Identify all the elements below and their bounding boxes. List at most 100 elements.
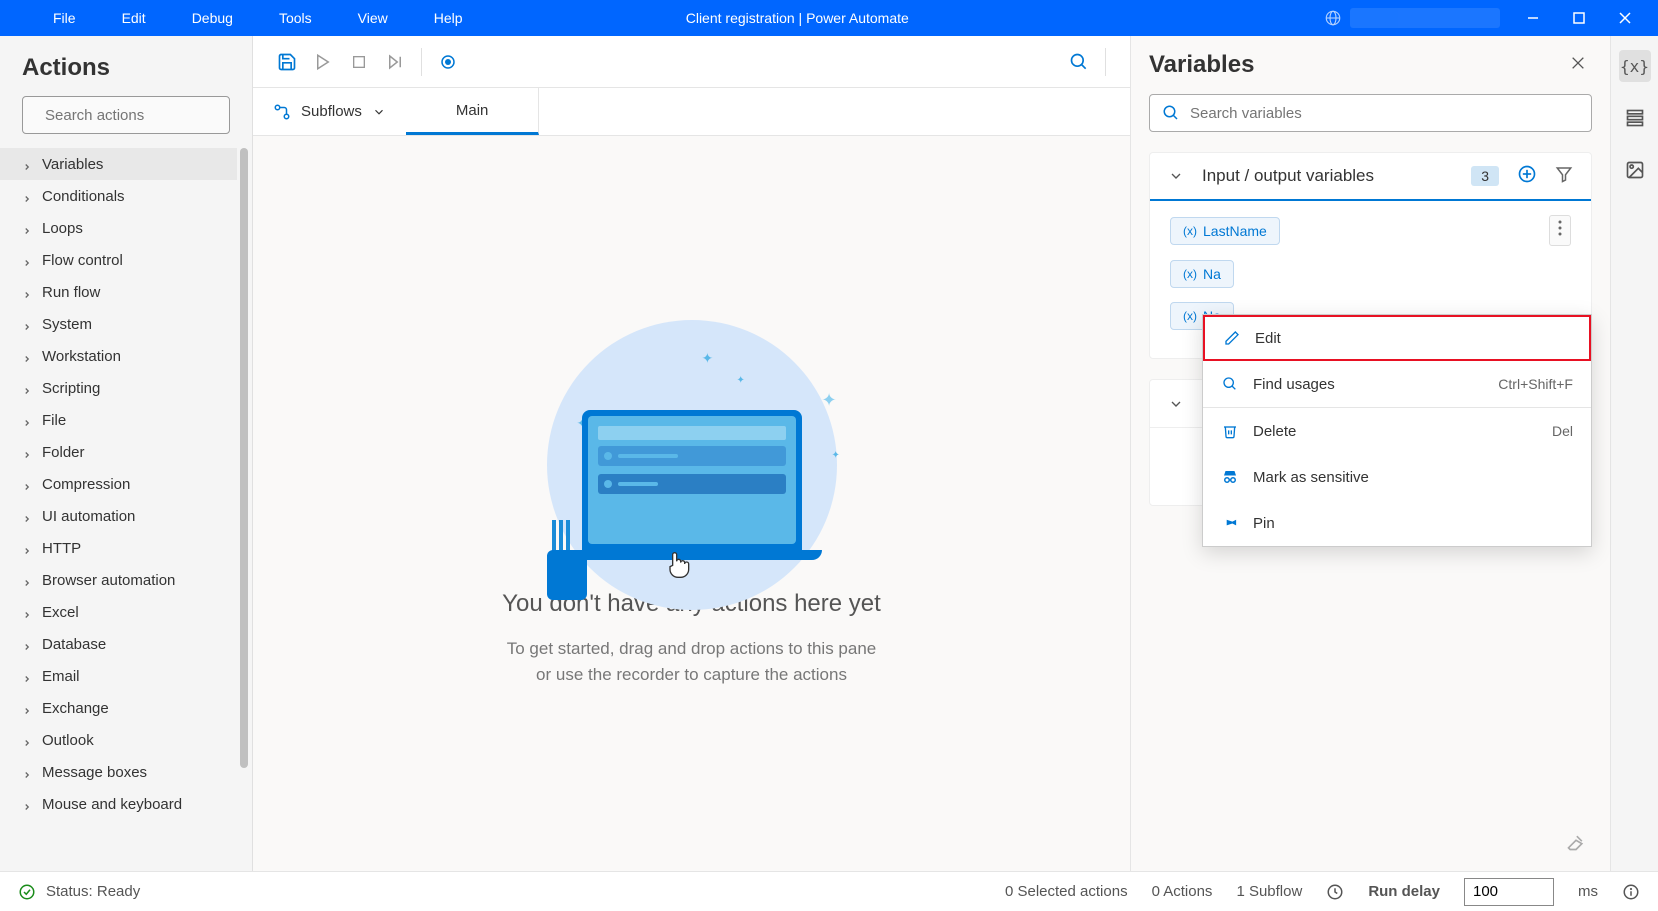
save-button[interactable] bbox=[269, 44, 305, 80]
search-icon bbox=[1221, 376, 1239, 392]
action-category-excel[interactable]: Excel bbox=[0, 596, 237, 628]
action-category-exchange[interactable]: Exchange bbox=[0, 692, 237, 724]
step-button[interactable] bbox=[377, 44, 413, 80]
chevron-right-icon bbox=[22, 703, 32, 713]
close-variables-button[interactable] bbox=[1564, 49, 1592, 82]
variable-chip[interactable]: (x)Na bbox=[1170, 260, 1234, 288]
action-category-run-flow[interactable]: Run flow bbox=[0, 276, 237, 308]
menu-file[interactable]: File bbox=[45, 6, 84, 30]
minimize-button[interactable] bbox=[1510, 0, 1556, 36]
action-category-folder[interactable]: Folder bbox=[0, 436, 237, 468]
subflow-icon bbox=[273, 103, 291, 121]
ctx-pin[interactable]: Pin bbox=[1203, 500, 1591, 546]
action-category-browser-automation[interactable]: Browser automation bbox=[0, 564, 237, 596]
trash-icon bbox=[1221, 423, 1239, 439]
actions-search-input[interactable] bbox=[45, 107, 244, 124]
clear-button[interactable] bbox=[1566, 832, 1586, 857]
variable-chip[interactable]: (x)LastName bbox=[1170, 217, 1280, 245]
subflow-bar: Subflows Main bbox=[253, 88, 1130, 136]
variable-more-button[interactable] bbox=[1549, 215, 1571, 246]
search-canvas-button[interactable] bbox=[1061, 44, 1097, 80]
menu-debug[interactable]: Debug bbox=[184, 6, 241, 30]
action-category-outlook[interactable]: Outlook bbox=[0, 724, 237, 756]
action-category-system[interactable]: System bbox=[0, 308, 237, 340]
action-category-compression[interactable]: Compression bbox=[0, 468, 237, 500]
info-icon[interactable] bbox=[1622, 883, 1640, 901]
variable-row: (x)LastName bbox=[1170, 215, 1571, 246]
variable-row: (x)Na bbox=[1170, 260, 1571, 288]
menu-tools[interactable]: Tools bbox=[271, 6, 320, 30]
ctx-delete[interactable]: Delete Del bbox=[1203, 408, 1591, 454]
chevron-right-icon bbox=[22, 415, 32, 425]
menu-bar: File Edit Debug Tools View Help bbox=[0, 6, 471, 30]
variables-pane-icon[interactable]: {x} bbox=[1619, 50, 1651, 82]
run-delay-label: Run delay bbox=[1368, 883, 1440, 900]
cursor-hand-icon bbox=[662, 548, 694, 580]
actions-scrollbar[interactable] bbox=[237, 148, 252, 871]
search-icon bbox=[1162, 104, 1180, 122]
run-button[interactable] bbox=[305, 44, 341, 80]
variables-search-input[interactable] bbox=[1190, 105, 1579, 122]
chevron-right-icon bbox=[22, 575, 32, 585]
subflows-dropdown[interactable]: Subflows bbox=[253, 88, 406, 135]
subflow-count: 1 Subflow bbox=[1236, 883, 1302, 900]
menu-view[interactable]: View bbox=[350, 6, 396, 30]
images-pane-icon[interactable] bbox=[1619, 154, 1651, 186]
close-button[interactable] bbox=[1602, 0, 1648, 36]
record-button[interactable] bbox=[430, 44, 466, 80]
chevron-right-icon bbox=[22, 607, 32, 617]
environment-indicator[interactable] bbox=[1324, 8, 1500, 28]
variables-panel: Variables Input / output variables 3 (x)… bbox=[1130, 36, 1610, 871]
chevron-right-icon bbox=[22, 319, 32, 329]
variable-icon: (x) bbox=[1183, 309, 1197, 323]
variables-search[interactable] bbox=[1149, 94, 1592, 132]
action-category-ui-automation[interactable]: UI automation bbox=[0, 500, 237, 532]
environment-name-blurred bbox=[1350, 8, 1500, 28]
designer-canvas[interactable]: ✦ ✦ ✦ ✦ ✦ bbox=[253, 136, 1130, 871]
ctx-edit[interactable]: Edit bbox=[1203, 315, 1591, 361]
ctx-find-usages[interactable]: Find usages Ctrl+Shift+F bbox=[1203, 361, 1591, 407]
ui-elements-pane-icon[interactable] bbox=[1619, 102, 1651, 134]
chevron-right-icon bbox=[22, 767, 32, 777]
subflows-label: Subflows bbox=[301, 103, 362, 120]
tab-main[interactable]: Main bbox=[406, 88, 540, 135]
action-category-file[interactable]: File bbox=[0, 404, 237, 436]
chevron-right-icon bbox=[22, 511, 32, 521]
action-category-loops[interactable]: Loops bbox=[0, 212, 237, 244]
actions-search[interactable] bbox=[22, 96, 230, 134]
variable-icon: (x) bbox=[1183, 267, 1197, 281]
stop-button[interactable] bbox=[341, 44, 377, 80]
add-variable-button[interactable] bbox=[1517, 164, 1537, 189]
action-category-message-boxes[interactable]: Message boxes bbox=[0, 756, 237, 788]
chevron-down-icon bbox=[372, 105, 386, 119]
action-category-variables[interactable]: Variables bbox=[0, 148, 237, 180]
ms-label: ms bbox=[1578, 883, 1598, 900]
chevron-right-icon bbox=[22, 639, 32, 649]
chevron-down-icon[interactable] bbox=[1168, 396, 1184, 412]
action-category-mouse-and-keyboard[interactable]: Mouse and keyboard bbox=[0, 788, 237, 820]
action-category-scripting[interactable]: Scripting bbox=[0, 372, 237, 404]
globe-icon bbox=[1324, 9, 1342, 27]
action-category-http[interactable]: HTTP bbox=[0, 532, 237, 564]
action-category-list[interactable]: VariablesConditionalsLoopsFlow controlRu… bbox=[0, 148, 237, 871]
pin-icon bbox=[1221, 515, 1239, 531]
action-category-database[interactable]: Database bbox=[0, 628, 237, 660]
action-category-flow-control[interactable]: Flow control bbox=[0, 244, 237, 276]
filter-variables-button[interactable] bbox=[1555, 165, 1573, 188]
chevron-right-icon bbox=[22, 543, 32, 553]
menu-edit[interactable]: Edit bbox=[114, 6, 154, 30]
action-category-email[interactable]: Email bbox=[0, 660, 237, 692]
menu-help[interactable]: Help bbox=[426, 6, 471, 30]
empty-state-illustration: ✦ ✦ ✦ ✦ ✦ bbox=[522, 320, 862, 560]
action-category-workstation[interactable]: Workstation bbox=[0, 340, 237, 372]
chevron-down-icon[interactable] bbox=[1168, 168, 1184, 184]
ctx-mark-sensitive[interactable]: Mark as sensitive bbox=[1203, 454, 1591, 500]
action-category-conditionals[interactable]: Conditionals bbox=[0, 180, 237, 212]
variables-title: Variables bbox=[1149, 51, 1254, 79]
actions-sidebar: Actions VariablesConditionalsLoopsFlow c… bbox=[0, 36, 253, 871]
chevron-right-icon bbox=[22, 479, 32, 489]
maximize-button[interactable] bbox=[1556, 0, 1602, 36]
right-icon-strip: {x} bbox=[1610, 36, 1658, 871]
io-variables-count: 3 bbox=[1471, 166, 1499, 186]
run-delay-input[interactable] bbox=[1464, 878, 1554, 906]
